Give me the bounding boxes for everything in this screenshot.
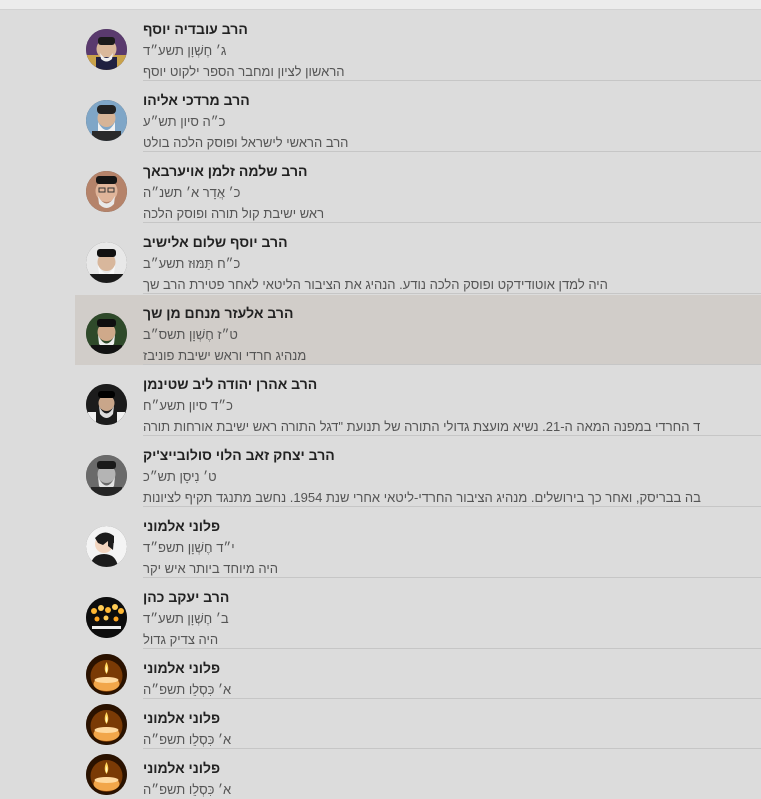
entry-date: א׳ כִּסְלֵו תשפ״ה bbox=[143, 732, 232, 747]
entry-date: ט״ז חֶשְׁוָן תשס״ב bbox=[143, 327, 238, 342]
list-item[interactable]: פלוני אלמוני י״ד חֶשְׁוָן תשפ״ד היה מיוח… bbox=[0, 507, 761, 578]
entry-name: פלוני אלמוני bbox=[143, 660, 221, 676]
memorial-list: הרב עובדיה יוסף ג׳ חֶשְׁוָן תשע״ד הראשון… bbox=[0, 10, 761, 799]
memorial-candle-icon bbox=[86, 754, 127, 795]
list-item[interactable]: פלוני אלמוני א׳ כִּסְלֵו תשפ״ה bbox=[0, 649, 761, 699]
entry-description: הרב הראשי לישראל ופוסק הלכה בולט bbox=[143, 135, 349, 150]
avatar bbox=[86, 526, 127, 567]
memorial-candle-icon bbox=[86, 704, 127, 745]
list-item[interactable]: הרב אהרן יהודה ליב שטינמן כ״ד סיון תשע״ח… bbox=[0, 365, 761, 436]
top-bar bbox=[0, 0, 761, 10]
list-item[interactable]: פלוני אלמוני א׳ כִּסְלֵו תשפ״ה bbox=[0, 749, 761, 799]
entry-name: הרב מרדכי אליהו bbox=[143, 92, 250, 108]
rabbi-portrait-icon bbox=[86, 29, 127, 70]
entry-date: כ״ח תַּמּוּז תשע״ב bbox=[143, 256, 241, 271]
entry-name: הרב עובדיה יוסף bbox=[143, 21, 248, 37]
rabbi-portrait-icon bbox=[86, 455, 127, 496]
entry-date: י״ד חֶשְׁוָן תשפ״ד bbox=[143, 540, 235, 555]
entry-description: הראשון לציון ומחבר הספר ילקוט יוסף bbox=[143, 64, 345, 79]
avatar bbox=[86, 313, 127, 354]
rabbi-portrait-icon bbox=[86, 384, 127, 425]
avatar bbox=[86, 384, 127, 425]
entry-description: ראש ישיבת קול תורה ופוסק הלכה bbox=[143, 206, 325, 221]
entry-description: היה מיוחד ביותר איש יקר bbox=[143, 561, 278, 576]
rabbi-portrait-icon bbox=[86, 313, 127, 354]
avatar bbox=[86, 242, 127, 283]
entry-name: הרב יצחק זאב הלוי סולובייצ'יק bbox=[143, 447, 335, 463]
list-item[interactable]: הרב מרדכי אליהו כ״ה סיון תש״ע הרב הראשי … bbox=[0, 81, 761, 152]
avatar bbox=[86, 29, 127, 70]
entry-date: כ׳ אֲדָר א׳ תשנ״ה bbox=[143, 185, 241, 200]
entry-name: הרב אלעזר מנחם מן שך bbox=[143, 305, 294, 321]
avatar bbox=[86, 171, 127, 212]
avatar bbox=[86, 704, 127, 745]
avatar bbox=[86, 654, 127, 695]
entry-date: ג׳ חֶשְׁוָן תשע״ד bbox=[143, 43, 227, 58]
memorial-candle-icon bbox=[86, 654, 127, 695]
list-item-selected[interactable]: הרב אלעזר מנחם מן שך ט״ז חֶשְׁוָן תשס״ב … bbox=[0, 294, 761, 365]
entry-date: א׳ כִּסְלֵו תשפ״ה bbox=[143, 782, 232, 797]
rabbi-portrait-icon bbox=[86, 100, 127, 141]
rabbi-portrait-icon bbox=[86, 171, 127, 212]
entry-description: ד החרדי במפנה המאה ה-21. נשיא מועצת גדול… bbox=[143, 419, 701, 434]
entry-date: ט׳ נִיסָן תש״כ bbox=[143, 469, 217, 484]
entry-date: א׳ כִּסְלֵו תשפ״ה bbox=[143, 682, 232, 697]
avatar bbox=[86, 455, 127, 496]
list-item[interactable]: הרב יצחק זאב הלוי סולובייצ'יק ט׳ נִיסָן … bbox=[0, 436, 761, 507]
entry-name: הרב יעקב כהן bbox=[143, 589, 230, 605]
entry-name: פלוני אלמוני bbox=[143, 760, 221, 776]
list-item[interactable]: הרב שלמה זלמן אויערבאך כ׳ אֲדָר א׳ תשנ״ה… bbox=[0, 152, 761, 223]
list-item[interactable]: הרב עובדיה יוסף ג׳ חֶשְׁוָן תשע״ד הראשון… bbox=[0, 10, 761, 81]
entry-name: הרב יוסף שלום אלישיב bbox=[143, 234, 288, 250]
entry-date: כ״ד סיון תשע״ח bbox=[143, 398, 233, 413]
entry-name: הרב שלמה זלמן אויערבאך bbox=[143, 163, 308, 179]
entry-name: הרב אהרן יהודה ליב שטינמן bbox=[143, 376, 318, 392]
entry-description: בה בבריסק, ואחר כך בירושלים. מנהיג הציבו… bbox=[143, 490, 701, 505]
person-silhouette-icon bbox=[86, 526, 127, 567]
entry-name: פלוני אלמוני bbox=[143, 518, 221, 534]
entry-date: ב׳ חֶשְׁוָן תשע״ד bbox=[143, 611, 229, 626]
avatar bbox=[86, 597, 127, 638]
entry-description: מנהיג חרדי וראש ישיבת פוניבז bbox=[143, 348, 307, 363]
entry-date: כ״ה סיון תש״ע bbox=[143, 114, 226, 129]
candles-photo-icon bbox=[86, 597, 127, 638]
list-item[interactable]: הרב יעקב כהן ב׳ חֶשְׁוָן תשע״ד היה צדיק … bbox=[0, 578, 761, 649]
list-item[interactable]: הרב יוסף שלום אלישיב כ״ח תַּמּוּז תשע״ב … bbox=[0, 223, 761, 294]
entry-name: פלוני אלמוני bbox=[143, 710, 221, 726]
avatar bbox=[86, 754, 127, 795]
rabbi-portrait-icon bbox=[86, 242, 127, 283]
avatar bbox=[86, 100, 127, 141]
entry-description: היה צדיק גדול bbox=[143, 632, 219, 647]
entry-description: היה למדן אוטודידקט ופוסק הלכה נודע. הנהי… bbox=[143, 277, 608, 292]
list-item[interactable]: פלוני אלמוני א׳ כִּסְלֵו תשפ״ה bbox=[0, 699, 761, 749]
